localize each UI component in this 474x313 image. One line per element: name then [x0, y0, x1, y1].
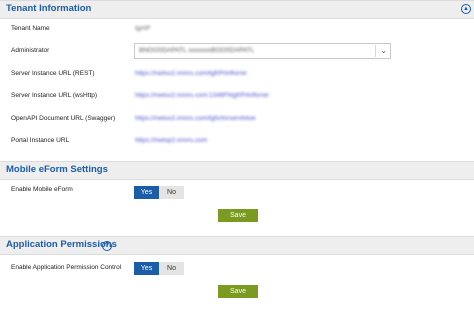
- administrator-select-value: BNOOSDAPATL xxxxxxxBOOSDAPATL: [139, 47, 255, 54]
- server-rest-link[interactable]: https://nwtso2.nnnrs.com/tgfrPrtnflsrrer: [135, 70, 247, 77]
- select-divider: [375, 45, 376, 57]
- server-rest-label: Server Instance URL (REST): [11, 70, 95, 77]
- collapse-icon[interactable]: ▲: [461, 4, 471, 14]
- portal-link[interactable]: https://nwtsp2.nnnrs.com: [135, 137, 207, 144]
- enable-permission-label: Enable Application Permission Control: [11, 264, 122, 271]
- administrator-select[interactable]: BNOOSDAPATL xxxxxxxBOOSDAPATL ⌄: [134, 43, 391, 59]
- app-permissions-header: Application Permissions ?: [0, 236, 474, 255]
- server-wshttp-label: Server Instance URL (wsHttp): [11, 92, 98, 99]
- tenant-name-value: tgmP: [135, 25, 151, 32]
- tenant-name-label: Tenant Name: [11, 25, 50, 32]
- administrator-label: Administrator: [11, 47, 50, 54]
- permission-save-button[interactable]: Save: [218, 285, 258, 298]
- permission-no-button[interactable]: No: [159, 262, 184, 275]
- enable-permission-toggle[interactable]: Yes No: [134, 262, 184, 275]
- chevron-down-icon[interactable]: ⌄: [380, 45, 387, 57]
- eform-no-button[interactable]: No: [159, 186, 184, 199]
- tenant-info-title: Tenant Information: [6, 3, 92, 14]
- openapi-label: OpenAPI Document URL (Swagger): [11, 115, 116, 122]
- help-icon[interactable]: ?: [102, 241, 112, 251]
- enable-eform-label: Enable Mobile eForm: [11, 186, 73, 193]
- eform-settings-header: Mobile eForm Settings: [0, 161, 474, 180]
- app-permissions-title: Application Permissions: [6, 239, 117, 250]
- portal-label: Portal Instance URL: [11, 137, 70, 144]
- server-wshttp-link[interactable]: https://nwtso2.nnnrs.com:1346FhtgfrPrtnf…: [135, 92, 269, 99]
- openapi-link[interactable]: https://nwtso2.nnnrs.com/tgfsrtnrservlnt…: [135, 115, 256, 122]
- eform-save-button[interactable]: Save: [218, 209, 258, 222]
- eform-yes-button[interactable]: Yes: [134, 186, 159, 199]
- tenant-info-header: Tenant Information ▲: [0, 0, 474, 19]
- permission-yes-button[interactable]: Yes: [134, 262, 159, 275]
- enable-eform-toggle[interactable]: Yes No: [134, 186, 184, 199]
- eform-settings-title: Mobile eForm Settings: [6, 164, 108, 175]
